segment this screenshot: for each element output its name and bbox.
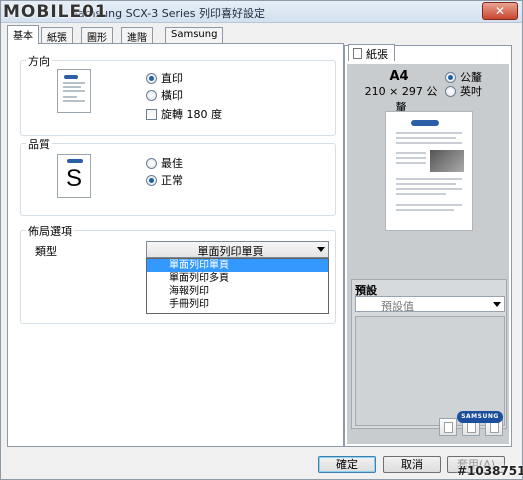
- tab-basic[interactable]: 基本: [7, 25, 39, 44]
- unit-inch-dot[interactable]: [445, 85, 456, 97]
- tab-paper[interactable]: 紙張: [41, 27, 73, 44]
- layout-option-booklet[interactable]: 手冊列印: [147, 298, 328, 311]
- landscape-radio[interactable]: 橫印: [146, 87, 183, 103]
- tab-advanced[interactable]: 進階: [121, 27, 153, 44]
- paper-size: A4: [389, 69, 409, 84]
- ok-button[interactable]: 確定: [318, 456, 376, 473]
- portrait-radio-dot[interactable]: [146, 72, 157, 84]
- rotate-180-checkbox[interactable]: 旋轉 180 度: [146, 106, 222, 122]
- chevron-down-icon[interactable]: [493, 302, 501, 307]
- samsung-logo: SAMSUNG: [457, 411, 503, 423]
- quality-normal-label: 正常: [161, 174, 183, 187]
- page-preview: [385, 111, 473, 231]
- quality-normal-dot[interactable]: [146, 174, 157, 186]
- paper-preview-tab[interactable]: 紙張: [348, 44, 395, 61]
- quality-best-dot[interactable]: [146, 157, 157, 169]
- layout-type-label: 類型: [35, 245, 57, 258]
- quality-letter: S: [65, 165, 82, 192]
- quality-title: 品質: [26, 136, 52, 152]
- layout-option-poster[interactable]: 海報列印: [147, 285, 328, 298]
- presets-select[interactable]: 預設值: [355, 296, 505, 313]
- orientation-title: 方向: [26, 53, 52, 69]
- chevron-down-icon[interactable]: [317, 247, 325, 252]
- new-page-icon: [444, 422, 453, 433]
- rotate-180-label: 旋轉 180 度: [161, 108, 222, 121]
- presets-box: 預設 預設值: [351, 279, 507, 429]
- cancel-button[interactable]: 取消: [383, 456, 441, 473]
- image-id-tag: #1038751: [457, 464, 523, 478]
- layout-option-multi[interactable]: 單面列印多頁: [147, 272, 328, 285]
- trash-icon: [490, 422, 499, 433]
- title-bar[interactable]: Samsung SCX-3 Series 列印喜好設定 MOBILE01 ✕: [1, 1, 522, 23]
- preview-panel: 紙張 A4 210 × 297 公釐 公釐 英吋 預設 預設值 SAMSUNG: [344, 44, 512, 447]
- layout-type-select[interactable]: 單面列印單頁: [146, 241, 329, 258]
- layout-type-value: 單面列印單頁: [197, 245, 264, 258]
- landscape-label: 橫印: [161, 89, 183, 102]
- basic-settings-panel: 方向 直印 橫印 旋轉 180 度 品質 S 最佳 正常 佈局選項 類型 單面列…: [7, 43, 344, 447]
- preview-area: A4 210 × 297 公釐 公釐 英吋 預設 預設值: [347, 64, 509, 444]
- portrait-preview-icon: [57, 69, 91, 113]
- print-preferences-window: Samsung SCX-3 Series 列印喜好設定 MOBILE01 ✕ 基…: [0, 0, 523, 480]
- quality-preview-icon: S: [57, 154, 91, 198]
- portrait-label: 直印: [161, 72, 183, 85]
- tab-samsung[interactable]: Samsung: [165, 27, 224, 43]
- new-preset-button[interactable]: [439, 418, 457, 436]
- tab-graphics[interactable]: 圖形: [81, 27, 113, 44]
- page-icon: [353, 48, 362, 59]
- portrait-radio[interactable]: 直印: [146, 70, 183, 86]
- unit-mm-dot[interactable]: [445, 71, 456, 83]
- unit-inch-radio[interactable]: 英吋: [445, 83, 482, 99]
- watermark-logo: MOBILE01: [3, 2, 108, 22]
- layout-option-single[interactable]: 單面列印單頁: [147, 259, 328, 272]
- layout-type-dropdown: 單面列印單頁 單面列印多頁 海報列印 手冊列印: [146, 258, 329, 314]
- rotate-180-box[interactable]: [146, 108, 157, 120]
- paper-preview-tab-label: 紙張: [366, 47, 388, 61]
- landscape-radio-dot[interactable]: [146, 89, 157, 101]
- save-icon: [467, 422, 476, 433]
- quality-best-label: 最佳: [161, 157, 183, 170]
- layout-title: 佈局選項: [26, 223, 74, 239]
- unit-inch-label: 英吋: [460, 85, 482, 98]
- quality-best-radio[interactable]: 最佳: [146, 155, 183, 171]
- presets-value: 預設值: [381, 300, 414, 313]
- presets-list[interactable]: [355, 316, 505, 426]
- close-button[interactable]: ✕: [482, 2, 518, 20]
- quality-normal-radio[interactable]: 正常: [146, 172, 183, 188]
